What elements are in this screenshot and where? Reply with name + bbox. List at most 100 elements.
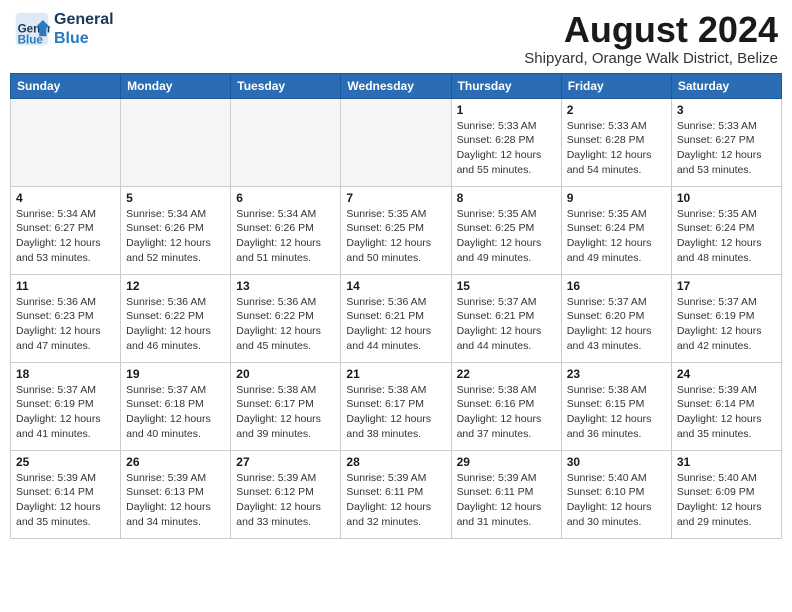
day-number: 28	[346, 455, 445, 469]
day-info: Sunrise: 5:38 AM Sunset: 6:15 PM Dayligh…	[567, 383, 666, 442]
calendar-cell	[341, 98, 451, 186]
calendar-cell: 15 Sunrise: 5:37 AM Sunset: 6:21 PM Dayli…	[451, 274, 561, 362]
calendar-cell: 19Sunrise: 5:37 AM Sunset: 6:18 PM Dayli…	[121, 362, 231, 450]
day-number: 10	[677, 191, 776, 205]
day-info: Sunrise: 5:37 AM Sunset: 6:19 PM Dayligh…	[16, 383, 115, 442]
day-info: Sunrise: 5:39 AM Sunset: 6:12 PM Dayligh…	[236, 471, 335, 530]
page-subtitle: Shipyard, Orange Walk District, Belize	[524, 50, 778, 67]
day-number: 25	[16, 455, 115, 469]
calendar-cell: 6 Sunrise: 5:34 AM Sunset: 6:26 PM Daylig…	[231, 186, 341, 274]
day-info: Sunrise: 5:35 AM Sunset: 6:24 PM Dayligh…	[677, 207, 776, 266]
calendar-cell: 21Sunrise: 5:38 AM Sunset: 6:17 PM Dayli…	[341, 362, 451, 450]
day-number: 6	[236, 191, 335, 205]
calendar-cell: 9 Sunrise: 5:35 AM Sunset: 6:24 PM Daylig…	[561, 186, 671, 274]
calendar-cell: 23 Sunrise: 5:38 AM Sunset: 6:15 PM Dayli…	[561, 362, 671, 450]
calendar-cell: 1 Sunrise: 5:33 AM Sunset: 6:28 PM Daylig…	[451, 98, 561, 186]
calendar-cell: 26 Sunrise: 5:39 AM Sunset: 6:13 PM Dayli…	[121, 450, 231, 538]
calendar-cell: 28 Sunrise: 5:39 AM Sunset: 6:11 PM Dayli…	[341, 450, 451, 538]
page-header: General Blue General Blue August 2024 Sh…	[10, 10, 782, 67]
calendar-week-1: 1 Sunrise: 5:33 AM Sunset: 6:28 PM Daylig…	[11, 98, 782, 186]
day-info: Sunrise: 5:40 AM Sunset: 6:10 PM Dayligh…	[567, 471, 666, 530]
calendar-cell: 18Sunrise: 5:37 AM Sunset: 6:19 PM Dayli…	[11, 362, 121, 450]
calendar-cell	[231, 98, 341, 186]
day-number: 15	[457, 279, 556, 293]
col-header-wednesday: Wednesday	[341, 73, 451, 98]
day-number: 1	[457, 103, 556, 117]
day-info: Sunrise: 5:39 AM Sunset: 6:11 PM Dayligh…	[346, 471, 445, 530]
logo: General Blue General Blue	[14, 10, 114, 48]
day-info: Sunrise: 5:36 AM Sunset: 6:21 PM Dayligh…	[346, 295, 445, 354]
calendar-week-4: 18Sunrise: 5:37 AM Sunset: 6:19 PM Dayli…	[11, 362, 782, 450]
day-number: 30	[567, 455, 666, 469]
calendar-cell: 17Sunrise: 5:37 AM Sunset: 6:19 PM Dayli…	[671, 274, 781, 362]
day-number: 16	[567, 279, 666, 293]
day-info: Sunrise: 5:35 AM Sunset: 6:25 PM Dayligh…	[457, 207, 556, 266]
calendar-cell: 4 Sunrise: 5:34 AM Sunset: 6:27 PM Daylig…	[11, 186, 121, 274]
day-info: Sunrise: 5:39 AM Sunset: 6:13 PM Dayligh…	[126, 471, 225, 530]
calendar-cell: 14 Sunrise: 5:36 AM Sunset: 6:21 PM Dayli…	[341, 274, 451, 362]
day-info: Sunrise: 5:36 AM Sunset: 6:22 PM Dayligh…	[236, 295, 335, 354]
day-info: Sunrise: 5:37 AM Sunset: 6:21 PM Dayligh…	[457, 295, 556, 354]
day-info: Sunrise: 5:35 AM Sunset: 6:25 PM Dayligh…	[346, 207, 445, 266]
day-info: Sunrise: 5:39 AM Sunset: 6:14 PM Dayligh…	[16, 471, 115, 530]
day-number: 2	[567, 103, 666, 117]
calendar-cell: 5Sunrise: 5:34 AM Sunset: 6:26 PM Daylig…	[121, 186, 231, 274]
calendar-header-row: SundayMondayTuesdayWednesdayThursdayFrid…	[11, 73, 782, 98]
calendar-cell: 10 Sunrise: 5:35 AM Sunset: 6:24 PM Dayli…	[671, 186, 781, 274]
day-info: Sunrise: 5:34 AM Sunset: 6:27 PM Dayligh…	[16, 207, 115, 266]
calendar-cell: 7Sunrise: 5:35 AM Sunset: 6:25 PM Daylig…	[341, 186, 451, 274]
calendar-cell: 11 Sunrise: 5:36 AM Sunset: 6:23 PM Dayli…	[11, 274, 121, 362]
day-number: 21	[346, 367, 445, 381]
calendar-cell: 8 Sunrise: 5:35 AM Sunset: 6:25 PM Daylig…	[451, 186, 561, 274]
day-number: 3	[677, 103, 776, 117]
day-number: 26	[126, 455, 225, 469]
day-info: Sunrise: 5:35 AM Sunset: 6:24 PM Dayligh…	[567, 207, 666, 266]
calendar-cell: 29 Sunrise: 5:39 AM Sunset: 6:11 PM Dayli…	[451, 450, 561, 538]
day-info: Sunrise: 5:37 AM Sunset: 6:20 PM Dayligh…	[567, 295, 666, 354]
calendar-cell	[121, 98, 231, 186]
col-header-saturday: Saturday	[671, 73, 781, 98]
day-info: Sunrise: 5:38 AM Sunset: 6:16 PM Dayligh…	[457, 383, 556, 442]
day-number: 27	[236, 455, 335, 469]
day-number: 22	[457, 367, 556, 381]
col-header-thursday: Thursday	[451, 73, 561, 98]
col-header-sunday: Sunday	[11, 73, 121, 98]
day-number: 23	[567, 367, 666, 381]
day-info: Sunrise: 5:33 AM Sunset: 6:28 PM Dayligh…	[457, 119, 556, 178]
day-number: 4	[16, 191, 115, 205]
calendar-cell: 12Sunrise: 5:36 AM Sunset: 6:22 PM Dayli…	[121, 274, 231, 362]
calendar-cell: 13Sunrise: 5:36 AM Sunset: 6:22 PM Dayli…	[231, 274, 341, 362]
day-info: Sunrise: 5:36 AM Sunset: 6:23 PM Dayligh…	[16, 295, 115, 354]
logo-general: General	[54, 10, 114, 29]
day-info: Sunrise: 5:40 AM Sunset: 6:09 PM Dayligh…	[677, 471, 776, 530]
col-header-monday: Monday	[121, 73, 231, 98]
day-number: 14	[346, 279, 445, 293]
day-number: 8	[457, 191, 556, 205]
col-header-friday: Friday	[561, 73, 671, 98]
logo-icon: General Blue	[14, 11, 50, 47]
day-number: 24	[677, 367, 776, 381]
day-number: 9	[567, 191, 666, 205]
calendar-cell: 22 Sunrise: 5:38 AM Sunset: 6:16 PM Dayli…	[451, 362, 561, 450]
page-title: August 2024	[524, 10, 778, 50]
day-info: Sunrise: 5:38 AM Sunset: 6:17 PM Dayligh…	[236, 383, 335, 442]
title-block: August 2024 Shipyard, Orange Walk Distri…	[524, 10, 778, 67]
day-info: Sunrise: 5:36 AM Sunset: 6:22 PM Dayligh…	[126, 295, 225, 354]
col-header-tuesday: Tuesday	[231, 73, 341, 98]
calendar-cell: 24Sunrise: 5:39 AM Sunset: 6:14 PM Dayli…	[671, 362, 781, 450]
calendar-table: SundayMondayTuesdayWednesdayThursdayFrid…	[10, 73, 782, 539]
day-number: 29	[457, 455, 556, 469]
calendar-week-3: 11 Sunrise: 5:36 AM Sunset: 6:23 PM Dayli…	[11, 274, 782, 362]
day-info: Sunrise: 5:34 AM Sunset: 6:26 PM Dayligh…	[236, 207, 335, 266]
day-number: 31	[677, 455, 776, 469]
calendar-cell: 31 Sunrise: 5:40 AM Sunset: 6:09 PM Dayli…	[671, 450, 781, 538]
calendar-cell: 25 Sunrise: 5:39 AM Sunset: 6:14 PM Dayli…	[11, 450, 121, 538]
calendar-cell: 27 Sunrise: 5:39 AM Sunset: 6:12 PM Dayli…	[231, 450, 341, 538]
calendar-cell: 3 Sunrise: 5:33 AM Sunset: 6:27 PM Daylig…	[671, 98, 781, 186]
day-number: 5	[126, 191, 225, 205]
day-number: 11	[16, 279, 115, 293]
calendar-week-2: 4 Sunrise: 5:34 AM Sunset: 6:27 PM Daylig…	[11, 186, 782, 274]
day-info: Sunrise: 5:39 AM Sunset: 6:11 PM Dayligh…	[457, 471, 556, 530]
logo-blue: Blue	[54, 29, 114, 48]
day-info: Sunrise: 5:33 AM Sunset: 6:27 PM Dayligh…	[677, 119, 776, 178]
